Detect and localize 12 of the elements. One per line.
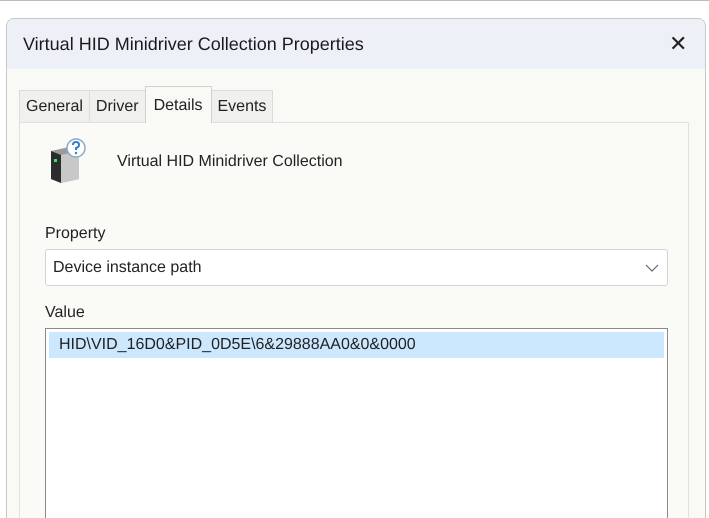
list-item[interactable]: HID\VID_16D0&PID_0D5E\6&29888AA0&0&0000 — [49, 332, 664, 358]
chevron-down-icon — [645, 264, 659, 272]
device-name: Virtual HID Minidriver Collection — [117, 152, 343, 171]
property-dropdown[interactable]: Device instance path — [45, 249, 668, 286]
property-label: Property — [45, 225, 106, 243]
value-label: Value — [45, 304, 86, 322]
close-button[interactable]: ✕ — [665, 31, 691, 57]
tab[interactable]: General — [19, 90, 90, 122]
window-title: Virtual HID Minidriver Collection Properties — [23, 34, 364, 54]
tab[interactable]: Events — [210, 90, 274, 122]
tab[interactable]: Driver — [88, 90, 146, 122]
tab[interactable]: Details — [144, 86, 212, 123]
